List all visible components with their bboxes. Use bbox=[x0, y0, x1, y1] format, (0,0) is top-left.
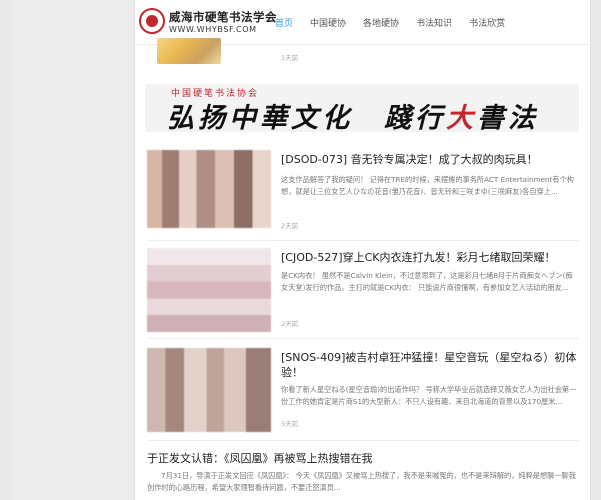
article-summary: 7月31日，导演于正发文回应《凤囚凰》： 今天《凤囚凰》又被骂上热搜了，我不是来… bbox=[147, 471, 576, 492]
logo-en-text: WWW.WHYBSF.COM bbox=[169, 25, 257, 34]
article-time: 2天前 bbox=[281, 320, 299, 328]
article-title[interactable]: [SNOS-409]被吉村卓狂冲猛撞！星空音玩（星空ねる）初体验！ bbox=[281, 350, 581, 380]
calligraphy-banner[interactable]: 中国硬笔书法协会 弘扬中華文化 踐行大書法 bbox=[145, 84, 579, 132]
banner-slogan: 弘扬中華文化 踐行大書法 bbox=[167, 96, 539, 132]
banner-slogan-black: 弘扬中華文化 踐行 bbox=[167, 103, 446, 132]
article-thumbnail[interactable] bbox=[147, 248, 271, 332]
browser-frame-left bbox=[0, 0, 12, 500]
divider bbox=[147, 338, 579, 339]
article-time: 1天前 bbox=[281, 54, 299, 62]
article-title[interactable]: [DSOD-073] 音无铃专属决定！成了大叔的肉玩具！ bbox=[281, 152, 581, 167]
page: 威海市硬笔书法学会 WWW.WHYBSF.COM 首页 中国硬协 各地硬协 书法… bbox=[134, 0, 591, 500]
nav-home[interactable]: 首页 bbox=[275, 16, 293, 29]
banner-slogan-tail: 書法 bbox=[477, 103, 539, 132]
nav-local-associations[interactable]: 各地硬协 bbox=[363, 16, 399, 29]
site-logo[interactable]: 威海市硬笔书法学会 WWW.WHYBSF.COM bbox=[139, 6, 277, 38]
divider bbox=[147, 440, 579, 441]
article-time: 2天前 bbox=[281, 222, 299, 230]
nav-calligraphy-knowledge[interactable]: 书法知识 bbox=[416, 16, 452, 29]
list-item[interactable]: 1天前 bbox=[135, 38, 590, 68]
list-item[interactable]: [SNOS-409]被吉村卓狂冲猛撞！星空音玩（星空ねる）初体验！ 你看了新人星… bbox=[135, 346, 590, 436]
article-thumbnail[interactable] bbox=[147, 348, 271, 432]
article-title[interactable]: 于正发文认错：《凤囚凰》再被骂上热搜错在我 bbox=[147, 450, 373, 466]
list-item[interactable]: [CJOD-527]穿上CK内衣连打九发！彩月七绪取回荣耀！ 是CK内衣！ 虽然… bbox=[135, 248, 590, 336]
nav-calligraphy-appreciation[interactable]: 书法欣赏 bbox=[469, 16, 505, 29]
article-thumbnail[interactable] bbox=[157, 38, 221, 64]
divider bbox=[147, 240, 579, 241]
article-thumbnail[interactable] bbox=[147, 150, 271, 228]
article-summary: 是CK内衣！ 虽然不是Calvin Klein，不过意思到了，这是彩月七绪8月于… bbox=[281, 271, 573, 292]
banner-slogan-red: 大 bbox=[446, 103, 477, 132]
article-summary: 你看了新人星空ねる(星空音瑜)的出道作吗？ 号称大学毕业后就选择艾薇女艺人为出社… bbox=[281, 385, 577, 406]
logo-seal-icon bbox=[139, 8, 165, 34]
article-title[interactable]: [CJOD-527]穿上CK内衣连打九发！彩月七绪取回荣耀！ bbox=[281, 250, 581, 265]
main-nav: 首页 中国硬协 各地硬协 书法知识 书法欣赏 bbox=[275, 16, 522, 29]
list-item[interactable]: [DSOD-073] 音无铃专属决定！成了大叔的肉玩具！ 这支作品解答了我的疑问… bbox=[135, 150, 590, 242]
article-summary: 这支作品解答了我的疑问！ 记得在TRE的时候，来摆摊的事务所ACT Entert… bbox=[281, 175, 574, 196]
logo-cn-text: 威海市硬笔书法学会 bbox=[169, 10, 277, 24]
article-time: 3天前 bbox=[281, 420, 299, 428]
nav-china-association[interactable]: 中国硬协 bbox=[310, 16, 346, 29]
